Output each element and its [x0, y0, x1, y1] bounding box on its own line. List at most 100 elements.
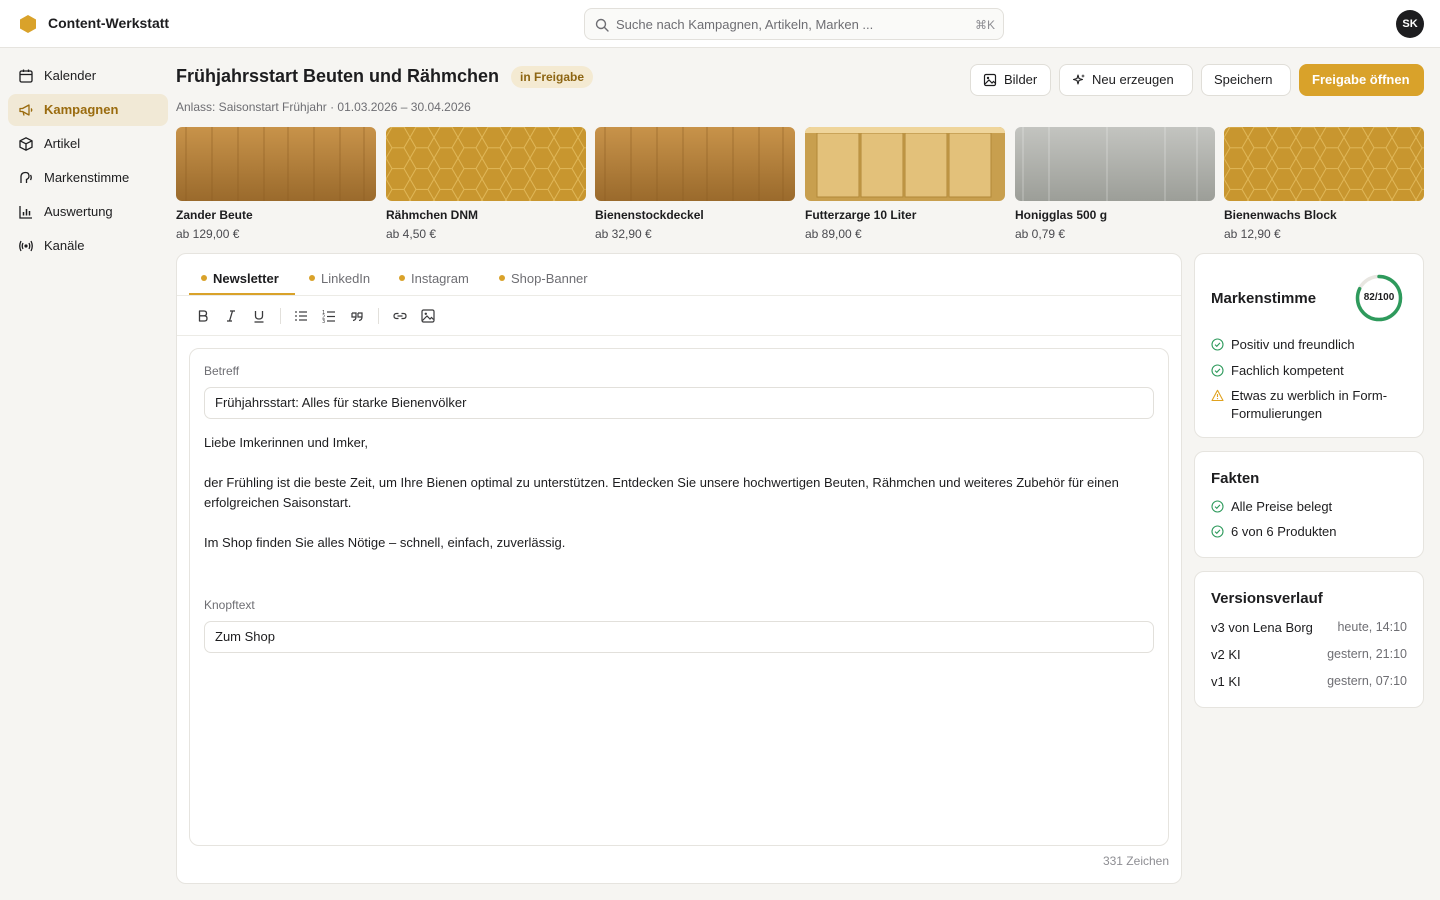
brand-voice-panel: Markenstimme 82/100 Positiv und freundli…	[1194, 253, 1424, 438]
sidebar-item-label: Markenstimme	[44, 170, 130, 185]
broadcast-icon	[19, 240, 33, 252]
newsletter-paragraph[interactable]: Im Shop finden Sie alles Nötige – schnel…	[204, 533, 1154, 553]
version-history-panel: Versionsverlauf v3 von Lena Borg heute, …	[1194, 571, 1424, 708]
brand-check-label: Fachlich kompetent	[1231, 363, 1344, 378]
brand-voice-title: Markenstimme	[1211, 290, 1317, 307]
bar-chart-icon	[19, 206, 32, 219]
search-shortcut: ⌘K	[974, 18, 995, 32]
brand-check-label: Positiv und freundlich	[1231, 337, 1355, 352]
search-icon	[595, 18, 609, 32]
product-name: Honigglas 500 g	[1015, 208, 1108, 222]
newsletter-compose-area: Betreff Frühjahrsstart: Alles für starke…	[189, 348, 1169, 846]
tab-shop-banner[interactable]: Shop-Banner	[499, 266, 609, 295]
image-icon	[983, 73, 997, 87]
content-editor: Newsletter LinkedIn Instagram Shop-Banne…	[176, 253, 1182, 884]
sidebar-item-kanaele[interactable]: Kanäle	[8, 230, 168, 262]
tab-label: Newsletter	[213, 271, 279, 286]
tab-instagram[interactable]: Instagram	[399, 266, 489, 295]
hexagon-logo-icon	[20, 15, 36, 33]
brand-check-label: Etwas zu werblich in Form-Formulierungen	[1231, 388, 1388, 421]
product-name: Zander Beute	[176, 208, 253, 222]
sidebar-item-kampagnen[interactable]: Kampagnen	[8, 94, 168, 126]
version-item[interactable]: v3 von Lena Borg heute, 14:10	[1211, 620, 1407, 638]
bold-icon[interactable]	[195, 308, 211, 324]
megaphone-icon	[19, 104, 33, 116]
product-name: Futterzarge 10 Liter	[805, 208, 917, 222]
tab-dot	[499, 275, 505, 281]
app-title: Content-Werkstatt	[48, 15, 170, 31]
user-avatar[interactable]: SK	[1396, 10, 1424, 38]
regenerate-button[interactable]: Neu erzeugen	[1059, 64, 1193, 96]
product-card[interactable]: Zander Beute ab 129,00 €	[176, 127, 376, 245]
quote-icon[interactable]	[349, 308, 365, 324]
sidebar-item-auswertung[interactable]: Auswertung	[8, 196, 168, 228]
sparkles-icon	[1072, 74, 1085, 85]
sidebar-item-kalender[interactable]: Kalender	[8, 60, 168, 92]
product-name: Rähmchen DNM	[386, 208, 479, 222]
version-time: gestern, 07:10	[1327, 674, 1407, 688]
version-history-title: Versionsverlauf	[1211, 590, 1323, 607]
italic-icon[interactable]	[223, 308, 239, 324]
button-text-input[interactable]: Zum Shop	[204, 621, 1154, 653]
product-card[interactable]: Bienenwachs Block ab 12,90 €	[1224, 127, 1424, 245]
tab-newsletter[interactable]: Newsletter	[189, 266, 295, 295]
product-price: ab 129,00 €	[176, 227, 240, 241]
link-icon[interactable]	[392, 308, 408, 324]
box-icon	[19, 137, 33, 151]
tab-label: LinkedIn	[321, 271, 371, 286]
tab-dot	[201, 275, 207, 281]
product-price: ab 0,79 €	[1015, 227, 1066, 241]
product-card[interactable]: Futterzarge 10 Liter ab 89,00 €	[805, 127, 1005, 245]
tab-label: Instagram	[411, 271, 469, 286]
tab-dot	[399, 275, 405, 281]
save-button[interactable]: Speichern	[1201, 64, 1291, 96]
save-button-label: Speichern	[1214, 72, 1273, 87]
toolbar-separator	[378, 308, 379, 324]
images-button-label: Bilder	[1004, 72, 1038, 87]
product-card[interactable]: Honigglas 500 g ab 0,79 €	[1015, 127, 1215, 245]
search-input[interactable]: Suche nach Kampagnen, Artikeln, Marken .…	[584, 8, 1004, 40]
open-approval-button[interactable]: Freigabe öffnen	[1299, 64, 1424, 96]
bullet-list-icon[interactable]	[293, 308, 309, 324]
facts-panel: Fakten Alle Preise belegt 6 von 6 Produk…	[1194, 451, 1424, 558]
toolbar-separator	[280, 308, 281, 324]
product-price: ab 32,90 €	[595, 227, 652, 241]
product-image-glass	[1015, 127, 1215, 201]
top-bar: Content-Werkstatt Suche nach Kampagnen, …	[0, 0, 1440, 48]
sidebar-item-artikel[interactable]: Artikel	[8, 128, 168, 160]
product-image-honeycomb	[386, 127, 586, 201]
product-image-honeycomb	[1224, 127, 1424, 201]
version-label: v1 KI	[1211, 674, 1241, 689]
underline-icon[interactable]	[251, 308, 267, 324]
svg-text:3: 3	[322, 319, 325, 324]
status-badge: in Freigabe	[511, 66, 594, 88]
sidebar-item-label: Auswertung	[44, 204, 113, 219]
product-name: Bienenstockdeckel	[595, 208, 704, 222]
product-price: ab 89,00 €	[805, 227, 862, 241]
subject-input[interactable]: Frühjahrsstart: Alles für starke Bienenv…	[204, 387, 1154, 419]
tab-linkedin[interactable]: LinkedIn	[309, 266, 389, 295]
check-circle-icon	[1211, 338, 1224, 351]
product-card[interactable]: Rähmchen DNM ab 4,50 €	[386, 127, 586, 245]
check-circle-icon	[1211, 364, 1224, 377]
sidebar-item-label: Kanäle	[44, 238, 85, 253]
product-image-wood	[595, 127, 795, 201]
version-item[interactable]: v1 KI gestern, 07:10	[1211, 674, 1407, 692]
sidebar-item-label: Kalender	[44, 68, 97, 83]
images-button[interactable]: Bilder	[970, 64, 1051, 96]
version-time: heute, 14:10	[1337, 620, 1407, 634]
sidebar-item-markenstimme[interactable]: Markenstimme	[8, 162, 168, 194]
regenerate-button-label: Neu erzeugen	[1092, 72, 1174, 87]
version-item[interactable]: v2 KI gestern, 21:10	[1211, 647, 1407, 665]
product-image-frames	[805, 127, 1005, 201]
search-placeholder: Suche nach Kampagnen, Artikeln, Marken .…	[616, 17, 874, 32]
insert-image-icon[interactable]	[420, 308, 436, 324]
sidebar-item-label: Kampagnen	[44, 102, 119, 117]
product-card[interactable]: Bienenstockdeckel ab 32,90 €	[595, 127, 795, 245]
newsletter-greeting[interactable]: Liebe Imkerinnen und Imker,	[204, 433, 1154, 453]
tab-label: Shop-Banner	[511, 271, 588, 286]
campaign-subtitle: Anlass: Saisonstart Frühjahr · 01.03.202…	[176, 100, 471, 114]
facts-title: Fakten	[1211, 470, 1260, 487]
newsletter-paragraph[interactable]: der Frühling ist die beste Zeit, um Ihre…	[204, 473, 1154, 513]
numbered-list-icon[interactable]: 123	[321, 308, 337, 324]
